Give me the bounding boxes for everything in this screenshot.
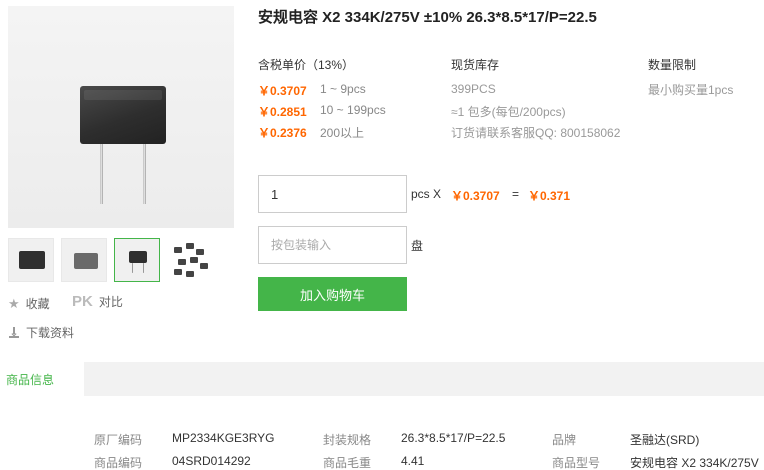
spec-value: 26.3*8.5*17/P=22.5 [401, 431, 506, 445]
spec-key: 原厂编码 [94, 433, 143, 447]
stock-qty: 399PCS [451, 82, 496, 96]
equals-sign: = [512, 187, 520, 201]
thumbnail-4[interactable] [167, 238, 213, 282]
pack-unit: 盘 [411, 239, 424, 253]
thumbnail-3[interactable] [114, 238, 160, 282]
min-purchase: 最小购买量1pcs [648, 83, 734, 97]
download-label: 下载资料 [26, 326, 75, 340]
tier-price: ￥0.3707 [258, 84, 307, 98]
capacitor-body [80, 86, 166, 144]
tab-product-info[interactable]: 商品信息 [0, 362, 84, 396]
add-to-cart-button[interactable]: 加入购物车 [258, 277, 407, 311]
product-main-image [8, 6, 234, 228]
tab-bar: 商品信息 [0, 362, 764, 396]
tier-range: 1 ~ 9pcs [320, 82, 366, 96]
quantity-input[interactable] [258, 175, 407, 213]
price-tier: ￥0.3707 1 ~ 9pcs [258, 82, 366, 99]
thumbnail-2[interactable] [61, 238, 107, 282]
download-icon [8, 326, 20, 339]
stock-pack: ≈1 包多(每包/200pcs) [451, 105, 566, 119]
spec-key: 商品毛重 [323, 456, 372, 470]
spec-key: 商品型号 [552, 456, 601, 470]
stock-header: 现货库存 [451, 58, 500, 72]
price-header: 含税单价（13%） [258, 58, 355, 72]
spec-value: 04SRD014292 [172, 454, 251, 468]
unit-price: ￥0.3707 [451, 189, 500, 203]
thumbnail-strip [8, 238, 213, 282]
compare-button[interactable]: PK 对比 [72, 293, 123, 310]
spec-value: MP2334KGE3RYG [172, 431, 275, 445]
unit-multiplier: pcs X [411, 187, 442, 201]
product-title: 安规电容 X2 334K/275V ±10% 26.3*8.5*17/P=22.… [258, 9, 597, 26]
spec-value: 安规电容 X2 334K/275V [630, 456, 759, 470]
stock-contact: 订货请联系客服QQ: 800158062 [451, 126, 621, 140]
price-tier: ￥0.2376 200以上 [258, 124, 364, 141]
pk-icon: PK [72, 293, 93, 310]
spec-key: 品牌 [552, 433, 577, 447]
price-tier: ￥0.2851 10 ~ 199pcs [258, 103, 386, 120]
tier-price: ￥0.2376 [258, 126, 307, 140]
star-icon: ★ [8, 295, 20, 311]
compare-label: 对比 [98, 295, 123, 309]
spec-key: 封装规格 [323, 433, 372, 447]
favorite-button[interactable]: ★ 收藏 [8, 295, 50, 312]
limit-header: 数量限制 [648, 58, 697, 72]
tier-price: ￥0.2851 [258, 105, 307, 119]
capacitor-lead [143, 144, 146, 204]
thumbnail-1[interactable] [8, 238, 54, 282]
tier-range: 200以上 [320, 126, 365, 140]
spec-value: 4.41 [401, 454, 425, 468]
total-price: ￥0.371 [528, 189, 571, 203]
download-button[interactable]: 下载资料 [8, 324, 74, 341]
spec-value: 圣融达(SRD) [630, 433, 700, 447]
capacitor-lead [100, 144, 103, 204]
spec-key: 商品编码 [94, 456, 143, 470]
pack-quantity-input[interactable] [258, 226, 407, 264]
tier-range: 10 ~ 199pcs [320, 103, 386, 117]
favorite-label: 收藏 [25, 297, 50, 311]
